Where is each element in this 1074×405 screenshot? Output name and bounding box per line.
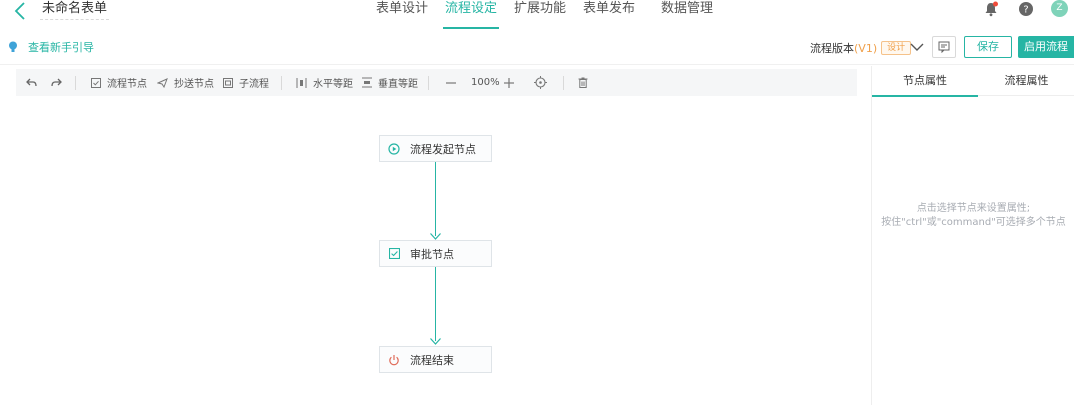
vertical-distribute-icon: [362, 77, 372, 88]
horizontal-spacing-label: 水平等距: [313, 79, 353, 90]
avatar[interactable]: Z: [1051, 0, 1068, 17]
tab-node-properties[interactable]: 节点属性: [872, 66, 978, 97]
properties-hint: 点击选择节点来设置属性; 按住"ctrl"或"command"可选择多个节点: [872, 202, 1074, 230]
chevron-down-icon[interactable]: [910, 40, 924, 54]
tab-data-management[interactable]: 数据管理: [661, 0, 713, 30]
comment-button[interactable]: [932, 36, 956, 58]
redo-icon[interactable]: [51, 69, 68, 96]
approval-node[interactable]: 审批节点: [379, 240, 492, 267]
version-value: (V1): [854, 41, 878, 55]
connector-line: [435, 267, 436, 341]
flow-start-node[interactable]: 流程发起节点: [379, 135, 492, 162]
flow-node-label: 流程节点: [107, 79, 147, 90]
flow-version: 流程版本 (V1) 设计: [810, 40, 912, 56]
horizontal-spacing-button[interactable]: 水平等距: [296, 69, 353, 96]
guide-link-label: 查看新手引导: [28, 41, 94, 54]
save-button[interactable]: 保存: [964, 36, 1012, 58]
zoom-level: 100%: [471, 77, 500, 88]
node-label: 流程发起节点: [410, 142, 476, 156]
zoom-out-button[interactable]: [446, 69, 462, 96]
delete-button[interactable]: [578, 69, 594, 96]
toolbar-divider: [428, 76, 429, 90]
hint-line: 按住"ctrl"或"command"可选择多个节点: [881, 217, 1066, 228]
tab-flow-settings[interactable]: 流程设定: [442, 0, 500, 30]
flow-canvas[interactable]: 流程发起节点 审批节点 流程结束: [0, 97, 871, 405]
minus-icon: [446, 81, 456, 84]
version-status-badge: 设计: [881, 41, 912, 55]
top-header: 未命名表单 表单设计 流程设定 扩展功能 表单发布 数据管理 ? Z: [0, 0, 1074, 30]
bell-icon[interactable]: [983, 1, 999, 17]
toolbar-divider: [281, 76, 282, 90]
plus-icon: [504, 77, 514, 88]
comment-icon: [938, 41, 950, 53]
node-label: 流程结束: [410, 353, 454, 367]
crosshair-icon: [534, 76, 547, 89]
back-arrow-icon[interactable]: [10, 1, 30, 21]
hint-line: 点击选择节点来设置属性;: [916, 203, 1031, 214]
locate-center-button[interactable]: [534, 69, 553, 96]
main-nav: 表单设计 流程设定 扩展功能 表单发布 数据管理: [0, 0, 1074, 30]
play-circle-icon: [388, 142, 400, 155]
subflow-icon: [223, 77, 233, 88]
enable-flow-button[interactable]: 启用流程: [1018, 36, 1074, 58]
node-label: 审批节点: [410, 247, 454, 261]
canvas-toolbar: 流程节点 抄送节点 子流程 水平等距 垂直等距 100%: [16, 69, 857, 96]
help-icon[interactable]: ?: [1018, 1, 1034, 17]
lightbulb-icon: [9, 41, 17, 52]
tab-form-design[interactable]: 表单设计: [376, 0, 428, 30]
vertical-spacing-label: 垂直等距: [378, 79, 418, 90]
add-subflow-button[interactable]: 子流程: [223, 69, 269, 96]
subflow-label: 子流程: [239, 79, 269, 90]
tab-flow-properties[interactable]: 流程属性: [978, 66, 1074, 96]
properties-panel: 节点属性 流程属性 点击选择节点来设置属性; 按住"ctrl"或"command…: [871, 66, 1074, 405]
zoom-in-button[interactable]: [504, 69, 520, 96]
version-label: 流程版本: [810, 42, 854, 55]
action-bar: 查看新手引导 流程版本 (V1) 设计 保存 启用流程: [0, 30, 1074, 65]
connector-line: [435, 162, 436, 236]
vertical-spacing-button[interactable]: 垂直等距: [362, 69, 418, 96]
checkbox-icon: [91, 77, 101, 88]
add-flow-node-button[interactable]: 流程节点: [91, 69, 147, 96]
flow-end-node[interactable]: 流程结束: [379, 346, 492, 373]
toolbar-divider: [75, 76, 76, 90]
trash-icon: [578, 77, 588, 88]
toolbar-divider: [563, 76, 564, 90]
arrow-down-icon: [430, 338, 441, 345]
tab-form-publish[interactable]: 表单发布: [583, 0, 635, 30]
arrow-down-icon: [430, 233, 441, 240]
approve-check-icon: [388, 248, 400, 260]
undo-icon[interactable]: [26, 69, 43, 96]
properties-tabs: 节点属性 流程属性: [872, 66, 1074, 97]
tab-extensions[interactable]: 扩展功能: [514, 0, 566, 30]
send-icon: [157, 77, 168, 88]
horizontal-distribute-icon: [296, 77, 307, 88]
power-icon: [388, 354, 400, 366]
form-title[interactable]: 未命名表单: [40, 0, 110, 20]
add-cc-node-button[interactable]: 抄送节点: [157, 69, 214, 96]
cc-node-label: 抄送节点: [174, 79, 214, 90]
guide-link[interactable]: 查看新手引导: [8, 40, 94, 54]
svg-text:?: ?: [1023, 5, 1028, 16]
